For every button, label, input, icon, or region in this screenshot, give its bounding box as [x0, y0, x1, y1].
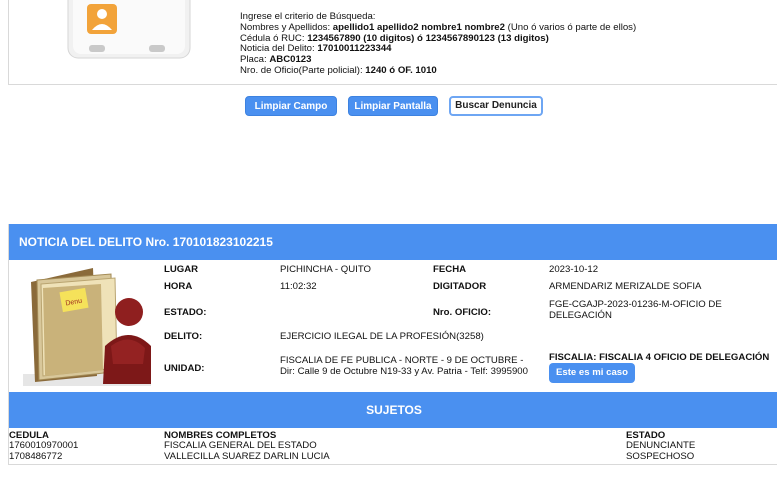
criteria-line-oficio: Nro. de Oficio(Parte policial): 1240 ó O…: [240, 64, 437, 76]
cell-nombre: FISCALIA GENERAL DEL ESTADO: [164, 440, 317, 451]
search-criteria-help: Ingrese el criterio de Búsqueda: Nombres…: [240, 11, 636, 77]
value-lugar: PICHINCHA - QUITO: [280, 264, 371, 275]
cell-cedula: 1708486772: [9, 451, 63, 462]
label-fecha: FECHA: [433, 264, 467, 275]
subjects-title: SUJETOS: [9, 392, 777, 428]
label-hora: HORA: [164, 281, 193, 292]
cell-estado: DENUNCIANTE: [626, 440, 696, 451]
label-fiscalia: FISCALIA: FISCALIA 4 OFICIO DE DELEGACIÓ…: [549, 352, 770, 363]
search-complaint-button[interactable]: Buscar Denuncia: [449, 96, 543, 116]
clear-screen-button[interactable]: Limpiar Pantalla: [348, 96, 438, 116]
cell-nombre: VALLECILLA SUAREZ DARLIN LUCIA: [164, 451, 330, 462]
value-fecha: 2023-10-12: [549, 264, 599, 275]
cell-cedula: 1760010970001: [9, 440, 79, 451]
crime-report-card: NOTICIA DEL DELITO Nro. 170101823102215 …: [8, 224, 777, 465]
label-lugar: LUGAR: [164, 264, 199, 275]
this-is-my-case-button[interactable]: Este es mi caso: [549, 363, 635, 383]
contact-card-icon: [67, 0, 191, 59]
cell-estado: SOSPECHOSO: [626, 451, 695, 462]
clear-field-button[interactable]: Limpiar Campo: [245, 96, 337, 116]
label-oficio: Nro. OFICIO:: [433, 307, 492, 318]
value-unidad: FISCALIA DE FE PUBLICA - NORTE - 9 DE OC…: [280, 355, 528, 377]
label-delito: DELITO:: [164, 331, 203, 342]
folder-person-icon: Denu: [23, 268, 151, 386]
search-panel: Ingrese el criterio de Búsqueda: Nombres…: [8, 0, 777, 85]
value-delito: EJERCICIO ILEGAL DE LA PROFESIÓN(3258): [280, 331, 484, 342]
label-digitador: DIGITADOR: [433, 281, 487, 292]
value-oficio: FGE-CGAJP-2023-01236-M-OFICIO DE DELEGAC…: [549, 299, 722, 321]
crime-report-title: NOTICIA DEL DELITO Nro. 170101823102215: [9, 224, 777, 260]
label-estado: ESTADO:: [164, 307, 207, 318]
label-unidad: UNIDAD:: [164, 363, 205, 374]
value-digitador: ARMENDARIZ MERIZALDE SOFIA: [549, 281, 702, 292]
action-buttons: Limpiar Campo Limpiar Pantalla Buscar De…: [0, 96, 777, 116]
value-hora: 11:02:32: [280, 281, 317, 292]
